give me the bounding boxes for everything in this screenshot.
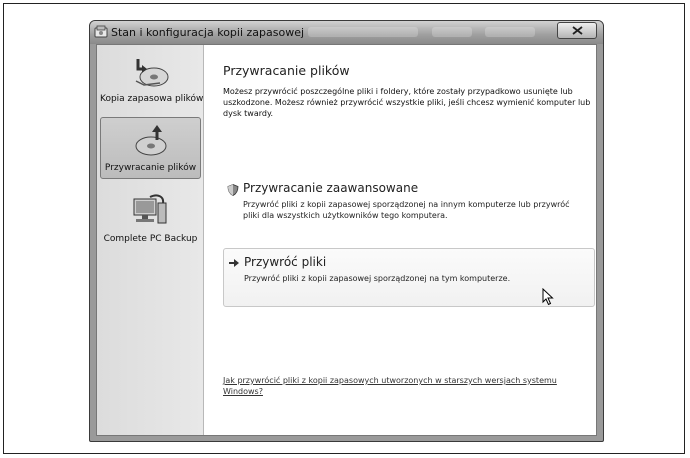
sidebar-item-label: Complete PC Backup: [103, 234, 198, 244]
sidebar-item-restore[interactable]: Przywracanie plików: [100, 117, 201, 179]
close-icon: [572, 26, 583, 35]
sidebar-item-label: Kopia zapasowa plików: [100, 94, 204, 104]
option-title: Przywróć pliki: [244, 255, 327, 269]
mouse-cursor-icon: [542, 288, 554, 306]
page-title: Przywracanie plików: [223, 63, 350, 78]
backup-window: Stan i konfiguracja kopii zapasowej Kopi…: [89, 20, 604, 442]
help-link[interactable]: Jak przywrócić pliki z kopii zapasowych …: [223, 375, 595, 397]
title-blur: [432, 27, 472, 37]
option-title: Przywracanie zaawansowane: [243, 181, 419, 195]
window-title: Stan i konfiguracja kopii zapasowej: [111, 26, 305, 39]
shield-icon: [227, 184, 239, 196]
sidebar: Kopia zapasowa plików Przywracanie plikó…: [97, 45, 204, 435]
backup-disk-icon: [135, 59, 169, 87]
title-blur: [485, 27, 535, 37]
title-blur: [308, 27, 418, 37]
backup-app-icon: [94, 25, 108, 38]
title-bar[interactable]: Stan i konfiguracja kopii zapasowej: [90, 21, 603, 44]
sidebar-item-complete-pc-backup[interactable]: Complete PC Backup: [100, 189, 201, 251]
restore-files-option[interactable]: Przywróć pliki Przywróć pliki z kopii za…: [223, 248, 595, 307]
arrow-right-icon: [229, 259, 239, 267]
option-description: Przywróć pliki z kopii zapasowej sporząd…: [244, 274, 511, 283]
sidebar-item-label: Przywracanie plików: [104, 163, 197, 173]
page-description: Możesz przywrócić poszczególne pliki i f…: [223, 87, 591, 118]
advanced-restore-option[interactable]: Przywracanie zaawansowane Przywróć pliki…: [223, 181, 595, 223]
pc-backup-icon: [133, 194, 167, 224]
restore-disk-icon: [135, 125, 167, 156]
main-content: Przywracanie plików Możesz przywrócić po…: [204, 45, 596, 435]
sidebar-item-backup[interactable]: Kopia zapasowa plików: [100, 49, 204, 111]
option-description: Przywróć pliki z kopii zapasowej sporząd…: [243, 200, 570, 220]
close-button[interactable]: [557, 22, 597, 39]
window-client: Kopia zapasowa plików Przywracanie plikó…: [96, 44, 597, 436]
